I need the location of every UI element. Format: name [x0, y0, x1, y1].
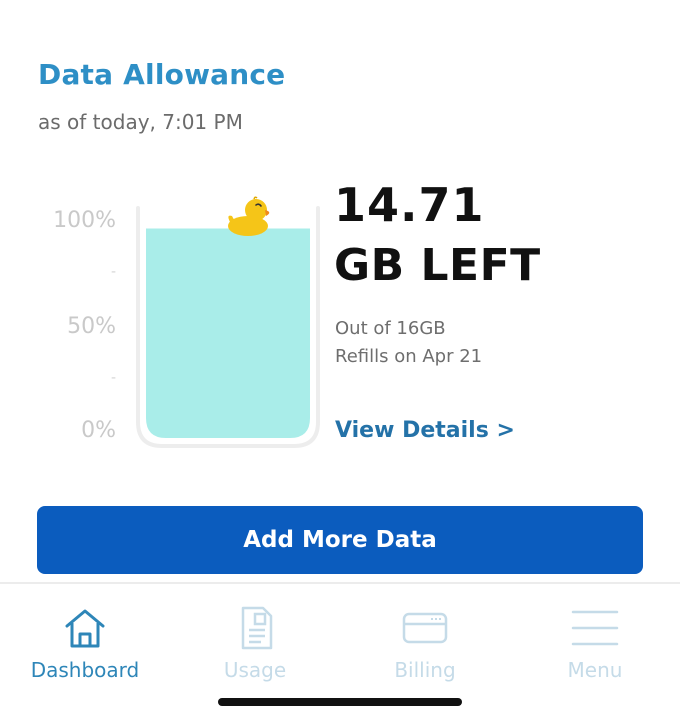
refill-date: Refills on Apr 21 [335, 346, 483, 367]
nav-label-usage: Usage [223, 658, 287, 682]
as-of-timestamp: as of today, 7:01 PM [38, 110, 243, 134]
home-icon [61, 606, 109, 650]
nav-item-dashboard[interactable]: Dashboard [0, 584, 170, 694]
allowance-total: Out of 16GB [335, 318, 446, 339]
nav-label-menu: Menu [567, 658, 623, 682]
nav-label-billing: Billing [394, 658, 456, 682]
home-indicator [218, 698, 462, 706]
rubber-duck-icon [224, 196, 274, 238]
scale-label-100: 100% [53, 208, 116, 233]
page-title: Data Allowance [38, 58, 286, 91]
data-remaining-amount: 14.71 [334, 178, 485, 232]
scale-label-0: 0% [81, 418, 116, 443]
nav-label-dashboard: Dashboard [30, 658, 140, 682]
nav-item-usage[interactable]: Usage [170, 584, 340, 694]
water-fill [146, 228, 310, 438]
scale-tick: - [110, 370, 116, 386]
scale-tick: - [110, 264, 116, 280]
credit-card-icon [401, 606, 449, 650]
add-more-data-label: Add More Data [243, 527, 437, 553]
data-allowance-screen: Data Allowance as of today, 7:01 PM 100%… [0, 0, 680, 720]
scale-label-50: 50% [67, 314, 116, 339]
document-icon [231, 606, 279, 650]
hamburger-menu-icon [571, 606, 619, 650]
view-details-link[interactable]: View Details > [335, 418, 515, 443]
nav-item-billing[interactable]: Billing [340, 584, 510, 694]
nav-item-menu[interactable]: Menu [510, 584, 680, 694]
data-remaining-unit: GB LEFT [334, 240, 541, 291]
add-more-data-button[interactable]: Add More Data [37, 506, 643, 574]
